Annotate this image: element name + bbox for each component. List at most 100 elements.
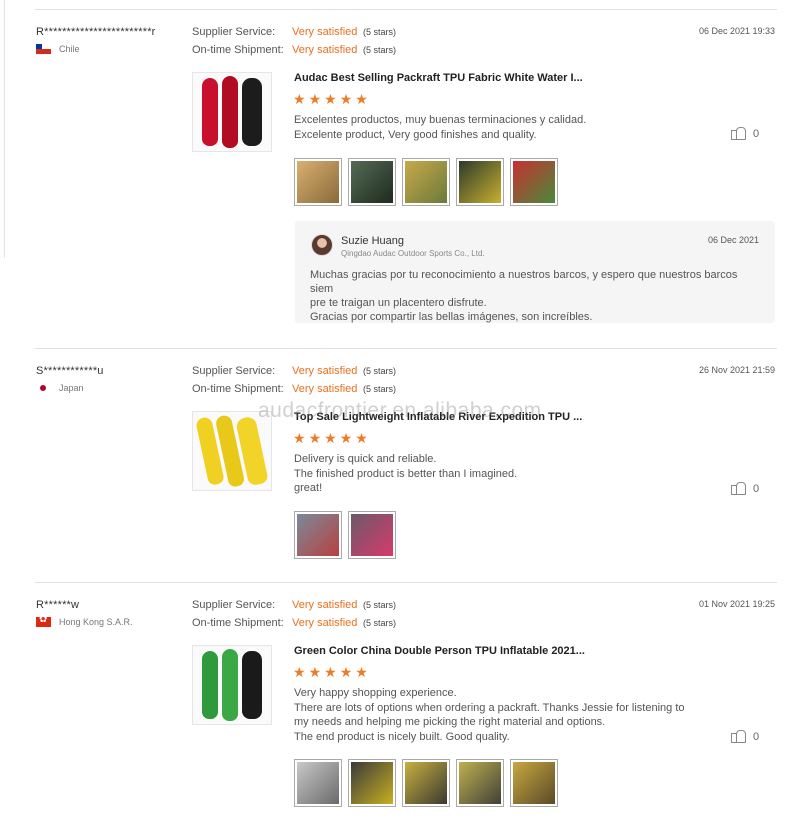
reply-date: 06 Dec 2021	[707, 235, 759, 245]
review-card: R************************r Chile Supplie…	[0, 26, 800, 326]
reply-author-name: Suzie Huang	[341, 235, 404, 247]
review-photo[interactable]	[294, 158, 342, 206]
like-count: 0	[753, 482, 760, 495]
star-icon: ★	[308, 664, 322, 680]
review-card: R******w Hong Kong S.A.R. Supplier Servi…	[0, 599, 800, 817]
review-photo[interactable]	[402, 158, 450, 206]
product-title-link[interactable]: Green Color China Double Person TPU Infl…	[294, 645, 585, 657]
supplier-service-rating: Supplier Service: Very satisfied (5 star…	[192, 599, 396, 611]
shipment-stars: (5 stars)	[363, 384, 397, 394]
star-icon: ★	[293, 91, 306, 107]
product-thumbnail[interactable]	[192, 411, 272, 491]
review-card: S************u Japan Supplier Service: V…	[0, 365, 800, 575]
star-icon: ★	[355, 430, 368, 446]
thumbs-up-icon	[731, 730, 746, 743]
supplier-service-label: Supplier Service:	[192, 599, 276, 611]
star-icon: ★	[339, 430, 353, 446]
star-icon: ★	[308, 430, 322, 446]
top-divider	[35, 9, 777, 10]
product-title-link[interactable]: Top Sale Lightweight Inflatable River Ex…	[294, 411, 582, 423]
review-photos	[294, 759, 558, 807]
star-icon: ★	[339, 91, 353, 107]
review-photo[interactable]	[348, 511, 396, 559]
buyer-name: R******w	[36, 599, 80, 611]
review-date: 01 Nov 2021 19:25	[698, 599, 775, 609]
thumbs-up-icon	[731, 127, 746, 140]
review-photo[interactable]	[402, 759, 450, 807]
star-icon: ★	[293, 664, 306, 680]
review-comment: Very happy shopping experience. There ar…	[294, 687, 685, 743]
buyer-name: R************************r	[36, 26, 156, 38]
shipment-label: On-time Shipment:	[192, 44, 284, 56]
product-title-link[interactable]: Audac Best Selling Packraft TPU Fabric W…	[294, 72, 583, 84]
product-thumbnail[interactable]	[192, 72, 272, 152]
shipment-stars: (5 stars)	[363, 618, 397, 628]
buyer-country: Chile	[36, 44, 80, 54]
japan-flag-icon	[36, 383, 51, 393]
shipment-stars: (5 stars)	[363, 45, 397, 55]
reply-text: Muchas gracias por tu reconocimiento a n…	[310, 269, 738, 323]
supplier-service-stars: (5 stars)	[363, 27, 397, 37]
boat-shape	[202, 78, 218, 146]
star-icon: ★	[324, 430, 337, 446]
supplier-service-stars: (5 stars)	[363, 366, 397, 376]
supplier-service-rating: Supplier Service: Very satisfied (5 star…	[192, 365, 396, 377]
star-icon: ★	[293, 430, 306, 446]
supplier-service-value: Very satisfied	[292, 26, 358, 38]
supplier-service-value: Very satisfied	[292, 599, 358, 611]
country-name: Chile	[59, 44, 80, 54]
product-star-rating: ★ ★ ★ ★ ★	[293, 92, 368, 106]
review-photo[interactable]	[456, 759, 504, 807]
star-icon: ★	[355, 91, 368, 107]
shipment-value: Very satisfied	[292, 617, 358, 629]
like-button[interactable]: 0	[731, 482, 759, 495]
shipment-rating: On-time Shipment: Very satisfied (5 star…	[192, 617, 396, 629]
review-divider	[35, 348, 777, 349]
star-icon: ★	[308, 91, 322, 107]
boat-shape	[242, 651, 262, 719]
star-icon: ★	[339, 664, 353, 680]
review-photos	[294, 158, 558, 206]
chile-flag-icon	[36, 44, 51, 54]
supplier-service-rating: Supplier Service: Very satisfied (5 star…	[192, 26, 396, 38]
review-divider	[35, 582, 777, 583]
review-photo[interactable]	[294, 759, 342, 807]
shipment-label: On-time Shipment:	[192, 617, 284, 629]
hong-kong-flag-icon	[36, 617, 51, 627]
star-icon: ★	[355, 664, 368, 680]
shipment-rating: On-time Shipment: Very satisfied (5 star…	[192, 383, 396, 395]
shipment-value: Very satisfied	[292, 44, 358, 56]
product-thumbnail[interactable]	[192, 645, 272, 725]
supplier-service-stars: (5 stars)	[363, 600, 397, 610]
review-photo[interactable]	[510, 158, 558, 206]
like-button[interactable]: 0	[731, 730, 759, 743]
like-button[interactable]: 0	[731, 127, 759, 140]
shipment-label: On-time Shipment:	[192, 383, 284, 395]
seller-reply: Suzie Huang Qingdao Audac Outdoor Sports…	[295, 221, 775, 323]
star-icon: ★	[324, 664, 337, 680]
review-date: 26 Nov 2021 21:59	[698, 365, 775, 375]
buyer-name: S************u	[36, 365, 104, 377]
review-photo[interactable]	[456, 158, 504, 206]
supplier-service-label: Supplier Service:	[192, 365, 276, 377]
boat-shape	[242, 78, 262, 146]
star-icon: ★	[324, 91, 337, 107]
review-photo[interactable]	[348, 158, 396, 206]
avatar	[311, 234, 333, 256]
thumbs-up-icon	[731, 482, 746, 495]
country-name: Japan	[59, 383, 84, 393]
review-photo[interactable]	[510, 759, 558, 807]
shipment-rating: On-time Shipment: Very satisfied (5 star…	[192, 44, 396, 56]
reply-company: Qingdao Audac Outdoor Sports Co., Ltd.	[341, 249, 485, 258]
review-photos	[294, 511, 396, 559]
product-star-rating: ★ ★ ★ ★ ★	[293, 665, 368, 679]
review-photo[interactable]	[348, 759, 396, 807]
like-count: 0	[753, 730, 760, 743]
shipment-value: Very satisfied	[292, 383, 358, 395]
like-count: 0	[753, 127, 760, 140]
buyer-country: Hong Kong S.A.R.	[36, 617, 133, 627]
boat-shape	[222, 76, 238, 148]
review-photo[interactable]	[294, 511, 342, 559]
review-comment: Delivery is quick and reliable. The fini…	[294, 453, 518, 494]
review-comment: Excelentes productos, muy buenas termina…	[294, 114, 587, 141]
